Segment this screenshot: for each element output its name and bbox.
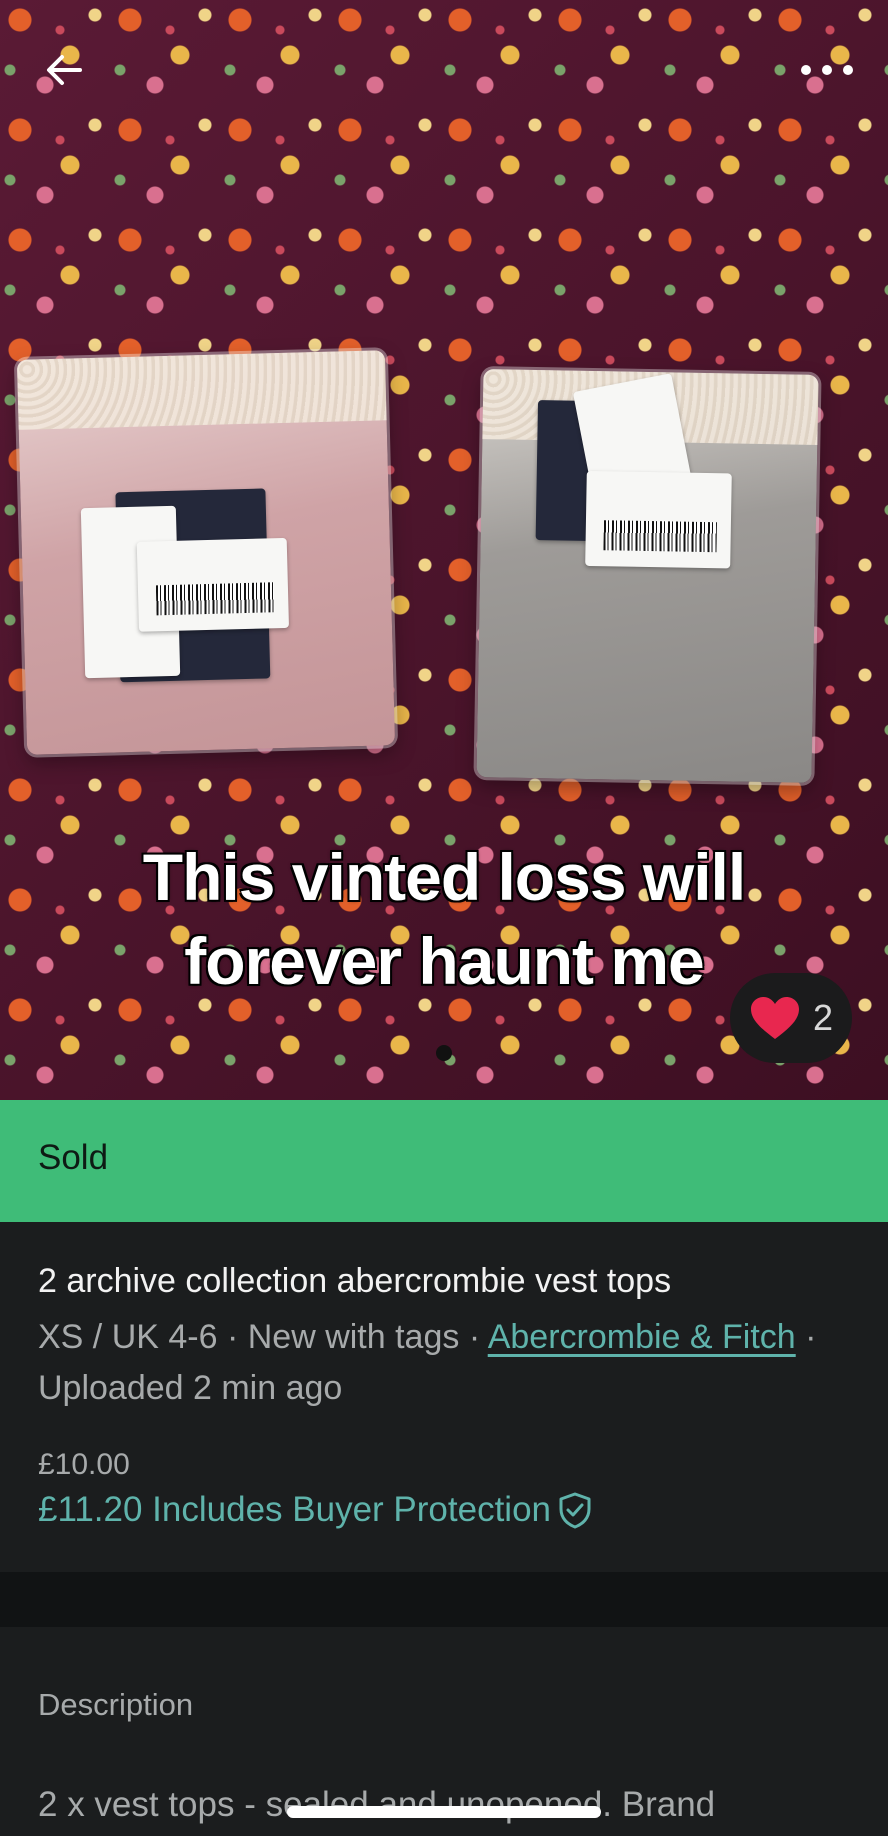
- pink-vest-package: [16, 350, 396, 755]
- description-section: Description 2 x vest tops - sealed and u…: [0, 1627, 888, 1836]
- item-meta: XS / UK 4-6 · New with tags · Abercrombi…: [38, 1318, 817, 1407]
- item-details: 2 archive collection abercrombie vest to…: [0, 1222, 888, 1572]
- item-price: £10.00: [38, 1448, 130, 1481]
- carousel-indicator: [0, 1045, 888, 1066]
- more-horizontal-icon: [801, 65, 853, 75]
- favourite-count: 2: [812, 997, 834, 1038]
- description-heading: Description: [38, 1687, 194, 1722]
- home-indicator[interactable]: [287, 1806, 601, 1818]
- arrow-left-icon: [47, 55, 82, 85]
- upload-time: Uploaded 2 min ago: [38, 1369, 343, 1407]
- caption-line-1: This vinted loss will: [142, 840, 746, 914]
- carousel-dot-active: [436, 1045, 452, 1061]
- sold-label: Sold: [38, 1138, 109, 1177]
- item-title: 2 archive collection abercrombie vest to…: [38, 1262, 672, 1300]
- shield-check-icon: [559, 1492, 591, 1529]
- price-tag: [136, 537, 290, 632]
- item-size: XS / UK 4-6: [38, 1318, 218, 1356]
- description-text: 2 x vest tops - sealed and unopened. Bra…: [38, 1785, 716, 1824]
- more-options-button[interactable]: [792, 48, 862, 92]
- section-divider: [0, 1572, 888, 1627]
- brand-link[interactable]: Abercrombie & Fitch: [488, 1318, 796, 1356]
- back-button[interactable]: [36, 42, 92, 98]
- grey-vest-package: [476, 369, 819, 783]
- buyer-protection-price[interactable]: £11.20 Includes Buyer Protection: [38, 1490, 593, 1530]
- item-condition: New with tags: [247, 1318, 460, 1356]
- product-photo[interactable]: This vinted loss will forever haunt me 2: [0, 0, 888, 1100]
- price-tag: [585, 470, 732, 569]
- heart-icon: [750, 997, 799, 1039]
- sold-status-banner: Sold: [0, 1100, 888, 1222]
